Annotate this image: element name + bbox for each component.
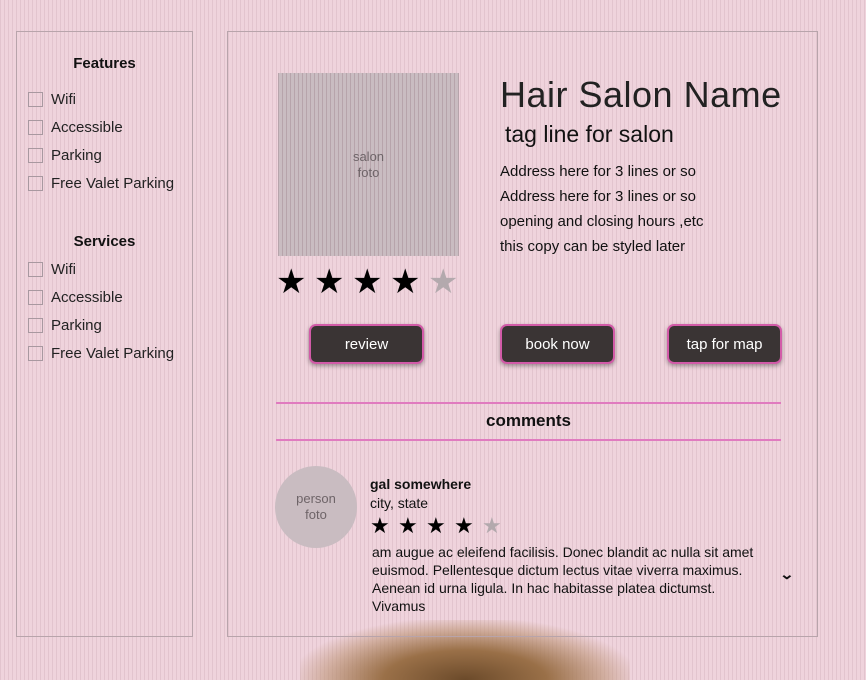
star-icon: ★	[314, 263, 345, 301]
salon-name: Hair Salon Name	[500, 74, 782, 115]
feature-accessible-checkbox[interactable]: Accessible	[28, 119, 123, 136]
salon-photo-label: foto	[357, 164, 380, 180]
checkbox-box[interactable]	[28, 262, 43, 277]
star-icon: ★	[454, 513, 474, 538]
service-wifi-checkbox[interactable]: Wifi	[28, 261, 76, 278]
checkbox-label: Accessible	[51, 289, 123, 306]
map-button[interactable]: tap for map	[667, 324, 782, 364]
star-icon: ★	[352, 263, 383, 301]
service-parking-checkbox[interactable]: Parking	[28, 317, 102, 334]
salon-photo-label: salon	[352, 148, 385, 164]
address-line: Address here for 3 lines or so	[500, 188, 696, 205]
address-line: this copy can be styled later	[500, 238, 686, 255]
chevron-down-icon[interactable]: ⌄	[779, 566, 794, 583]
checkbox-box[interactable]	[28, 92, 43, 107]
salon-detail-panel: salon foto ★ ★ ★ ★ ★ Hair Salon Name tag lin…	[227, 31, 818, 637]
checkbox-label: Parking	[51, 147, 102, 164]
checkbox-box[interactable]	[28, 318, 43, 333]
features-title: Features	[73, 55, 136, 72]
comment-text: am augue ac eleifend facilisis. Donec bl…	[372, 544, 754, 611]
service-valet-checkbox[interactable]: Free Valet Parking	[28, 345, 174, 362]
star-icon: ★	[426, 513, 446, 538]
services-title: Services	[73, 233, 136, 250]
checkbox-box[interactable]	[28, 176, 43, 191]
feature-valet-checkbox[interactable]: Free Valet Parking	[28, 175, 174, 192]
commenter-name: gal somewhere	[370, 476, 472, 492]
salon-tagline: tag line for salon	[505, 121, 674, 147]
avatar-label: person	[296, 491, 336, 506]
salon-photo-placeholder: salon foto	[278, 73, 459, 256]
commenter-location: city, state	[370, 495, 429, 511]
salon-rating: ★ ★ ★ ★ ★	[276, 264, 466, 300]
checkbox-label: Accessible	[51, 119, 123, 136]
checkbox-box[interactable]	[28, 120, 43, 135]
comments-divider-top	[276, 402, 781, 404]
salon-address: Address here for 3 lines or so Address h…	[500, 159, 760, 259]
checkbox-box[interactable]	[28, 290, 43, 305]
avatar-label: foto	[305, 507, 327, 522]
checkbox-label: Free Valet Parking	[51, 345, 175, 362]
star-icon: ★	[276, 263, 307, 301]
filter-sidebar: Features Wifi Accessible Parking Free Va…	[16, 31, 193, 637]
avatar: person foto	[275, 466, 357, 548]
star-icon: ★	[370, 513, 390, 538]
comments-title: comments	[485, 411, 572, 430]
star-icon: ★	[390, 263, 421, 301]
checkbox-label: Free Valet Parking	[51, 175, 175, 192]
feature-parking-checkbox[interactable]: Parking	[28, 147, 102, 164]
review-button[interactable]: review	[309, 324, 424, 364]
service-accessible-checkbox[interactable]: Accessible	[28, 289, 123, 306]
star-icon: ★	[482, 513, 502, 538]
star-icon: ★	[428, 263, 459, 301]
address-line: Address here for 3 lines or so	[500, 163, 696, 180]
checkbox-label: Parking	[51, 317, 102, 334]
checkbox-box[interactable]	[28, 148, 43, 163]
address-line: opening and closing hours ,etc	[500, 213, 704, 230]
checkbox-label: Wifi	[51, 261, 76, 278]
star-icon: ★	[398, 513, 418, 538]
feature-wifi-checkbox[interactable]: Wifi	[28, 91, 76, 108]
comments-divider-bottom	[276, 439, 781, 441]
checkbox-label: Wifi	[51, 91, 76, 108]
book-now-button[interactable]: book now	[500, 324, 615, 364]
comment-rating: ★ ★ ★ ★ ★	[370, 514, 510, 538]
checkbox-box[interactable]	[28, 346, 43, 361]
